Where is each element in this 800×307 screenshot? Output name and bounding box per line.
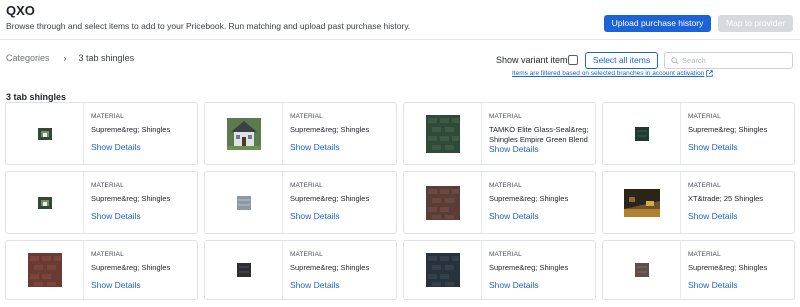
product-name: Supreme&reg; Shingles [290, 125, 370, 134]
product-card[interactable]: MATERIAL TAMKO Elite Glass-Seal&reg; Shin… [403, 102, 596, 165]
chevron-right-icon: › [63, 53, 67, 63]
product-card[interactable]: MATERIAL Supreme&reg; Shingles Show Detail… [5, 171, 198, 234]
product-card[interactable]: MATERIAL Supreme&reg; Shingles Show Detail… [403, 171, 596, 234]
product-category: MATERIAL [489, 113, 522, 120]
product-category: MATERIAL [489, 182, 522, 189]
product-image [205, 103, 283, 164]
show-details-link[interactable]: Show Details [688, 280, 738, 290]
show-details-link[interactable]: Show Details [489, 144, 539, 154]
product-name: Supreme&reg; Shingles [91, 263, 171, 272]
show-details-link[interactable]: Show Details [489, 211, 539, 221]
show-variant-items-label: Show variant items [496, 55, 573, 65]
product-image [6, 172, 84, 233]
product-category: MATERIAL [290, 113, 323, 120]
product-name: Supreme&reg; Shingles [489, 263, 569, 272]
show-details-link[interactable]: Show Details [290, 280, 340, 290]
product-category: MATERIAL [688, 113, 721, 120]
show-details-link[interactable]: Show Details [688, 211, 738, 221]
product-name: Supreme&reg; Shingles [91, 125, 171, 134]
product-image [404, 172, 482, 233]
product-card[interactable]: MATERIAL XT&trade; 25 Shingles Show Detail… [602, 171, 795, 234]
filter-note-link[interactable]: Items are filtered based on selected bra… [512, 70, 713, 77]
product-category: MATERIAL [688, 251, 721, 258]
product-image [603, 103, 681, 164]
product-name: Supreme&reg; Shingles [290, 263, 370, 272]
show-details-link[interactable]: Show Details [91, 142, 141, 152]
product-image [205, 172, 283, 233]
show-details-link[interactable]: Show Details [489, 280, 539, 290]
show-details-link[interactable]: Show Details [290, 142, 340, 152]
page-header: QXO Browse through and select items to a… [0, 0, 800, 40]
product-image [404, 241, 482, 299]
product-name: Supreme&reg; Shingles [290, 194, 370, 203]
product-category: MATERIAL [290, 251, 323, 258]
breadcrumb: Categories › 3 tab shingles [6, 53, 134, 63]
product-category: MATERIAL [91, 113, 124, 120]
show-details-link[interactable]: Show Details [688, 142, 738, 152]
product-card[interactable]: MATERIAL Supreme&reg; Shingles Show Detail… [204, 171, 397, 234]
product-card[interactable]: MATERIAL Supreme&reg; Shingles Show Detail… [5, 240, 198, 300]
product-grid: MATERIAL Supreme&reg; Shingles Show Detail… [5, 102, 795, 302]
product-card[interactable]: MATERIAL Supreme&reg; Shingles Show Detail… [204, 102, 397, 165]
show-variant-items-checkbox[interactable] [568, 55, 578, 65]
map-to-provider-button[interactable]: Map to provider [718, 15, 793, 32]
product-card[interactable]: MATERIAL Supreme&reg; Shingles Show Detail… [602, 102, 795, 165]
product-image [603, 241, 681, 299]
search-box[interactable] [664, 52, 793, 69]
product-name: Supreme&reg; Shingles [489, 194, 569, 203]
product-card[interactable]: MATERIAL Supreme&reg; Shingles Show Detail… [204, 240, 397, 300]
product-category: MATERIAL [688, 182, 721, 189]
external-link-icon [706, 70, 713, 77]
filter-note-text: Items are filtered based on selected bra… [512, 70, 705, 77]
product-category: MATERIAL [91, 251, 124, 258]
search-icon [671, 56, 679, 65]
show-details-link[interactable]: Show Details [290, 211, 340, 221]
product-card[interactable]: MATERIAL Supreme&reg; Shingles Show Detail… [403, 240, 596, 300]
product-image [205, 241, 283, 299]
product-card[interactable]: MATERIAL Supreme&reg; Shingles Show Detail… [5, 102, 198, 165]
product-category: MATERIAL [489, 251, 522, 258]
product-name: TAMKO Elite Glass-Seal&reg; Shingles Emp… [489, 125, 589, 144]
product-category: MATERIAL [290, 182, 323, 189]
product-name: Supreme&reg; Shingles [688, 263, 768, 272]
page-subtitle: Browse through and select items to add t… [6, 21, 411, 31]
search-input[interactable] [682, 56, 782, 65]
breadcrumb-categories-link[interactable]: Categories [6, 53, 50, 63]
product-image [6, 103, 84, 164]
show-details-link[interactable]: Show Details [91, 211, 141, 221]
upload-purchase-history-button[interactable]: Upload purchase history [604, 15, 711, 32]
app-title: QXO [6, 3, 35, 18]
product-image [404, 103, 482, 164]
show-details-link[interactable]: Show Details [91, 280, 141, 290]
section-title: 3 tab shingles [6, 92, 67, 102]
product-image [603, 172, 681, 233]
product-name: Supreme&reg; Shingles [688, 125, 768, 134]
product-category: MATERIAL [91, 182, 124, 189]
product-name: Supreme&reg; Shingles [91, 194, 171, 203]
product-name: XT&trade; 25 Shingles [688, 194, 764, 203]
select-all-items-button[interactable]: Select all items [585, 52, 658, 69]
breadcrumb-current: 3 tab shingles [78, 53, 135, 63]
product-image [6, 241, 84, 299]
product-card[interactable]: MATERIAL Supreme&reg; Shingles Show Detail… [602, 240, 795, 300]
